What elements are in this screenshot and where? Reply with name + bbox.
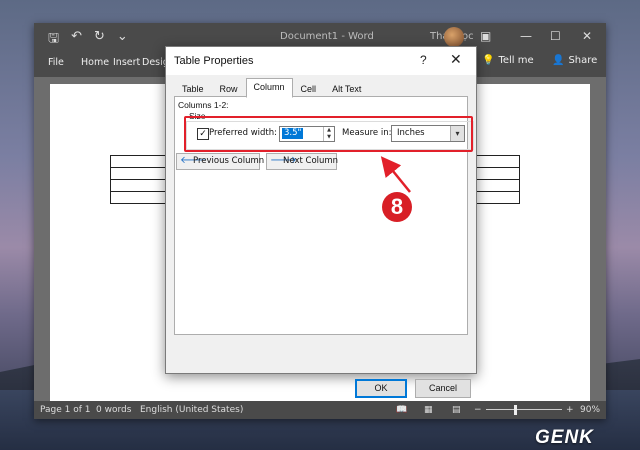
next-column-label: Next Column [283, 156, 339, 166]
read-mode-icon[interactable]: 📖 [396, 405, 407, 415]
tell-me-label: Tell me [498, 55, 534, 66]
avatar[interactable] [444, 27, 464, 47]
previous-column-label: Previous Column [193, 156, 265, 166]
quick-access-toolbar: 🖫 ↶ ↻ ⌄ [48, 29, 128, 51]
zoom-slider-thumb[interactable] [514, 405, 517, 415]
zoom-out-icon[interactable]: − [474, 405, 482, 415]
help-icon[interactable]: ? [420, 53, 427, 67]
web-layout-icon[interactable]: ▤ [452, 405, 461, 415]
page-count[interactable]: Page 1 of 1 [40, 405, 91, 415]
cancel-button[interactable]: Cancel [415, 379, 471, 398]
word-count[interactable]: 0 words [96, 405, 131, 415]
ok-button[interactable]: OK [355, 379, 407, 398]
tab-insert[interactable]: Insert [113, 57, 140, 68]
next-column-button[interactable]: 🡒 Next Column [266, 153, 339, 170]
columns-label: Columns 1-2: [178, 100, 229, 110]
close-window-icon[interactable]: ✕ [582, 29, 592, 43]
save-icon[interactable]: 🖫 [48, 29, 59, 51]
close-icon[interactable]: ✕ [450, 51, 462, 68]
minimize-icon[interactable]: — [520, 29, 532, 43]
step-number-badge: 8 [382, 192, 412, 222]
tab-home[interactable]: Home [81, 57, 109, 68]
tab-column[interactable]: Column [245, 78, 293, 98]
document-title: Document1 - Word [280, 31, 374, 42]
lightbulb-icon: 💡 [482, 55, 495, 66]
share-button[interactable]: 👤 Share [552, 55, 597, 66]
tell-me-box[interactable]: 💡 Tell me [482, 55, 534, 66]
zoom-in-icon[interactable]: + [566, 405, 574, 415]
status-bar: Page 1 of 1 0 words English (United Stat… [34, 401, 606, 419]
table-properties-dialog: Table Properties ? ✕ Table Row Column Ce… [165, 46, 477, 398]
redo-icon[interactable]: ↻ [94, 29, 105, 51]
dialog-title: Table Properties [174, 55, 254, 67]
person-icon: 👤 [552, 55, 565, 66]
dialog-tabs: Table Row Column Cell Alt Text [174, 78, 369, 98]
zoom-slider[interactable] [486, 409, 562, 410]
tab-file[interactable]: File [48, 57, 64, 68]
annotation-highlight-box [184, 116, 473, 152]
ribbon-options-icon[interactable]: ▣ [480, 29, 491, 43]
language-status[interactable]: English (United States) [140, 405, 243, 415]
genk-watermark-logo: GENK [535, 427, 594, 448]
previous-column-button[interactable]: 🡐 Previous Column [176, 153, 264, 170]
maximize-icon[interactable]: ☐ [550, 29, 561, 43]
undo-icon[interactable]: ↶ [71, 29, 82, 51]
customize-qat-icon[interactable]: ⌄ [117, 29, 128, 51]
share-label: Share [568, 55, 598, 66]
print-layout-icon[interactable]: ▦ [424, 405, 433, 415]
zoom-level[interactable]: 90% [580, 405, 600, 415]
